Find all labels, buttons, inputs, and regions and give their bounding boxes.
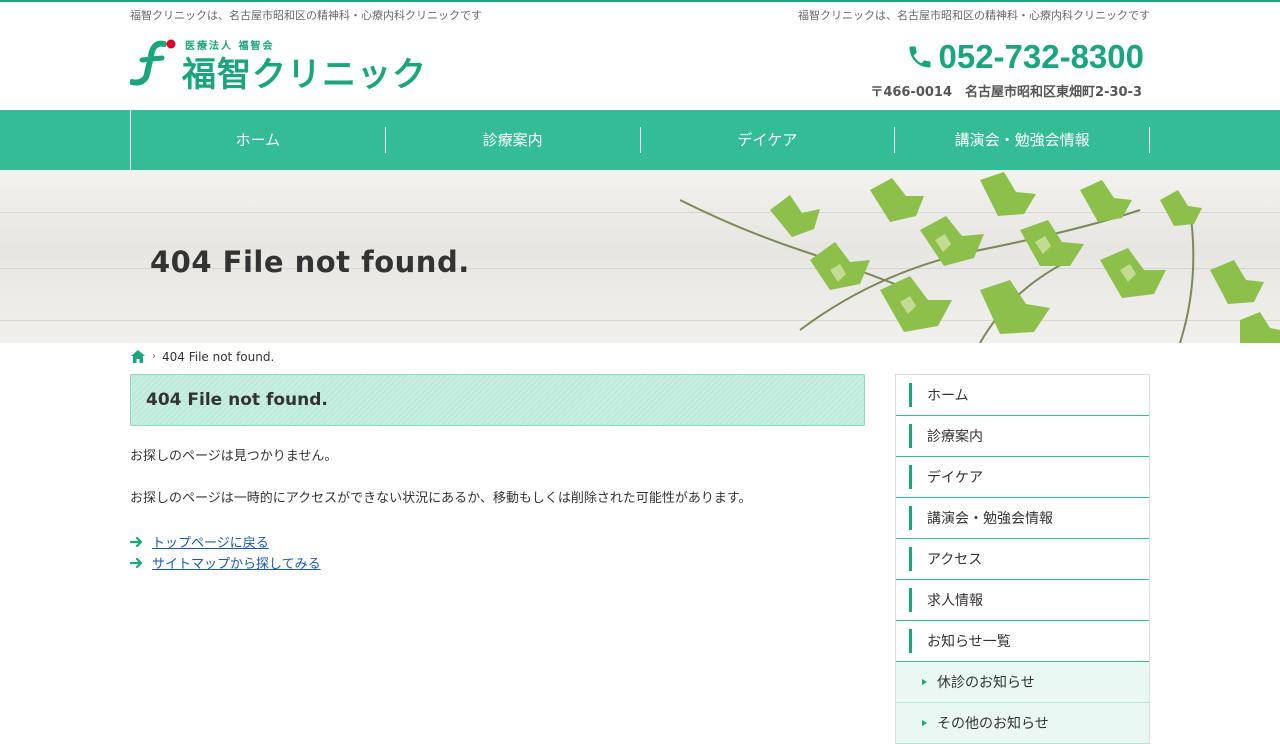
hero-title: 404 File not found. bbox=[150, 245, 470, 279]
recovery-links: トップページに戻る サイトマップから探してみる bbox=[130, 531, 865, 573]
clinic-logo[interactable]: 医療法人 福智会 福智クリニック bbox=[130, 38, 426, 95]
logo-mark-icon bbox=[130, 39, 176, 86]
breadcrumb-separator-icon: › bbox=[152, 351, 156, 362]
global-nav: ホーム 診療案内 デイケア 講演会・勉強会情報 bbox=[0, 110, 1280, 170]
tagline-left: 福智クリニックは、名古屋市昭和区の精神科・心療内科クリニックです bbox=[130, 9, 482, 22]
sidebar-item-access[interactable]: アクセス bbox=[896, 539, 1149, 580]
sidebar-item-label: 講演会・勉強会情報 bbox=[927, 511, 1053, 527]
sitemap-link[interactable]: サイトマップから探してみる bbox=[152, 553, 321, 572]
sidebar-item-medical-info[interactable]: 診療案内 bbox=[896, 416, 1149, 457]
top-page-link[interactable]: トップページに戻る bbox=[152, 532, 269, 551]
nav-daycare[interactable]: デイケア bbox=[641, 127, 896, 153]
phone-number: 052-732-8300 bbox=[938, 38, 1144, 75]
sidebar-subitem-other-notice[interactable]: その他のお知らせ bbox=[896, 703, 1149, 744]
phone-icon bbox=[909, 46, 931, 68]
link-row: トップページに戻る bbox=[130, 531, 865, 552]
not-found-message: お探しのページは見つかりません。 bbox=[130, 449, 338, 464]
breadcrumb-current: 404 File not found. bbox=[162, 349, 275, 364]
link-row: サイトマップから探してみる bbox=[130, 552, 865, 573]
sidebar-item-home[interactable]: ホーム bbox=[896, 375, 1149, 416]
hero-banner: 404 File not found. bbox=[0, 170, 1280, 343]
ivy-leaves-image bbox=[680, 172, 1280, 343]
sidebar-item-label: お知らせ一覧 bbox=[927, 634, 1011, 650]
sidebar-subitem-label: その他のお知らせ bbox=[937, 716, 1049, 732]
triangle-right-icon bbox=[922, 679, 927, 685]
tagline-right: 福智クリニックは、名古屋市昭和区の精神科・心療内科クリニックです bbox=[798, 9, 1150, 22]
arrow-right-icon bbox=[130, 536, 143, 547]
sidebar-menu: ホーム 診療案内 デイケア 講演会・勉強会情報 アクセス 求人情報 お知らせ一覧… bbox=[895, 374, 1150, 744]
nav-lectures[interactable]: 講演会・勉強会情報 bbox=[895, 127, 1150, 153]
breadcrumb: › 404 File not found. bbox=[130, 349, 274, 364]
sidebar-subitem-closure-notice[interactable]: 休診のお知らせ bbox=[896, 662, 1149, 703]
address: 〒466-0014 名古屋市昭和区東畑町2-30-3 bbox=[870, 85, 1142, 100]
not-found-detail: お探しのページは一時的にアクセスができない状況にあるか、移動もしくは削除された可… bbox=[130, 491, 752, 506]
triangle-right-icon bbox=[922, 720, 927, 726]
sidebar-item-lectures[interactable]: 講演会・勉強会情報 bbox=[896, 498, 1149, 539]
home-icon[interactable] bbox=[130, 349, 146, 364]
sidebar-item-label: 診療案内 bbox=[927, 429, 983, 445]
sidebar-item-daycare[interactable]: デイケア bbox=[896, 457, 1149, 498]
sidebar-item-news[interactable]: お知らせ一覧 bbox=[896, 621, 1149, 662]
sidebar-subitem-label: 休診のお知らせ bbox=[937, 675, 1035, 691]
nav-home[interactable]: ホーム bbox=[131, 127, 386, 153]
nav-medical-info[interactable]: 診療案内 bbox=[386, 127, 641, 153]
sidebar-item-label: デイケア bbox=[927, 470, 983, 486]
site-header: 福智クリニックは、名古屋市昭和区の精神科・心療内科クリニックです 福智クリニック… bbox=[0, 2, 1280, 110]
arrow-right-icon bbox=[130, 557, 143, 568]
logo-name: 福智クリニック bbox=[182, 55, 427, 95]
sidebar-item-label: ホーム bbox=[927, 388, 969, 404]
page-heading: 404 File not found. bbox=[130, 374, 865, 426]
phone-block[interactable]: 052-732-8300 bbox=[906, 38, 1144, 76]
sidebar-item-recruit[interactable]: 求人情報 bbox=[896, 580, 1149, 621]
sidebar-item-label: アクセス bbox=[927, 552, 983, 568]
main-content: 404 File not found. お探しのページは見つかりません。 お探し… bbox=[130, 374, 865, 573]
sidebar-item-label: 求人情報 bbox=[927, 593, 983, 609]
